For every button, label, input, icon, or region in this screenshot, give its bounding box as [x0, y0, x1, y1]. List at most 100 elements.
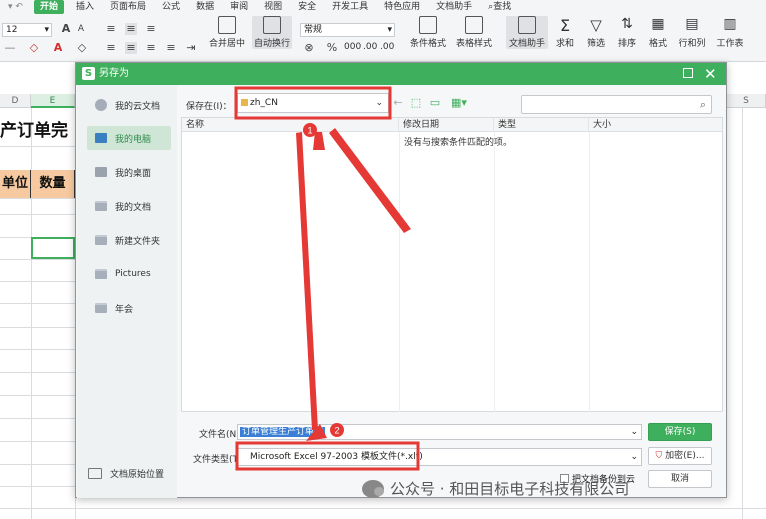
encrypt-label: 加密(E)...: [665, 451, 705, 461]
align-center-icon[interactable]: ≡: [125, 42, 137, 54]
doc-assistant-button[interactable]: 文档助手: [506, 16, 548, 49]
merge-center-button[interactable]: 合并居中: [203, 16, 251, 49]
sidebar-item-desktop[interactable]: 我的桌面: [87, 160, 171, 184]
clear-format-icon[interactable]: ◇: [76, 42, 88, 54]
menu-left-controls[interactable]: ▾ ↶: [0, 0, 30, 14]
wrap-text-button[interactable]: 自动换行: [252, 16, 292, 49]
grid-line: [0, 372, 75, 373]
column-size[interactable]: 大小: [589, 118, 722, 132]
column-type[interactable]: 类型: [494, 118, 589, 132]
original-location-link[interactable]: 文档原始位置: [88, 467, 164, 480]
header-cell-unit[interactable]: 单位: [0, 170, 31, 198]
worksheet-button[interactable]: ▥ 工作表: [714, 16, 746, 49]
column-name[interactable]: 名称: [182, 118, 399, 132]
sidebar-item-documents[interactable]: 我的文档: [87, 194, 171, 218]
save-button[interactable]: 保存(S): [648, 423, 712, 441]
grid-line: [0, 303, 75, 304]
justify-icon[interactable]: ≡: [165, 42, 177, 54]
tab-special-apps[interactable]: 特色应用: [376, 0, 428, 14]
tab-insert[interactable]: 插入: [68, 0, 102, 14]
worksheet-icon: ▥: [723, 16, 737, 32]
decrease-font-icon[interactable]: A: [75, 23, 87, 35]
sidebar-item-new-folder[interactable]: 新建文件夹: [87, 228, 171, 252]
format-button[interactable]: ▦ 格式: [645, 16, 671, 49]
selected-cell[interactable]: [31, 237, 75, 259]
search-input[interactable]: ⌕: [521, 95, 712, 114]
tab-doc-assistant[interactable]: 文档助手: [428, 0, 480, 14]
tab-security[interactable]: 安全: [290, 0, 324, 14]
column-header-d[interactable]: D: [0, 94, 31, 108]
column-header-e[interactable]: E: [31, 94, 75, 108]
watermark-text: 公众号 · 和田目标电子科技有限公司: [390, 480, 630, 498]
currency-icon[interactable]: ⊗: [303, 42, 315, 54]
percent-icon[interactable]: %: [326, 42, 338, 54]
filetype-select[interactable]: Microsoft Excel 97-2003 模板文件(*.xlt) ⌄: [237, 448, 642, 466]
tab-view[interactable]: 视图: [256, 0, 290, 14]
font-size-select[interactable]: 12 ▾: [2, 23, 52, 37]
back-icon[interactable]: ←: [392, 97, 404, 109]
filename-input[interactable]: 订单管理生产订单完 ⌄: [237, 424, 642, 440]
file-list[interactable]: 名称 修改日期 类型 大小 没有与搜索条件匹配的项。: [181, 117, 723, 412]
dialog-sidebar: 我的云文档 我的电脑 我的桌面 我的文档 新建文件夹 Pictures 年会: [77, 85, 177, 498]
file-list-header: 名称 修改日期 类型 大小: [182, 118, 722, 132]
increase-decimal-button[interactable]: .00: [363, 42, 377, 52]
sort-button[interactable]: ⇅ 排序: [614, 16, 640, 49]
tab-data[interactable]: 数据: [188, 0, 222, 14]
merge-icon: [218, 16, 236, 34]
number-format-select[interactable]: 常规 ▾: [300, 23, 395, 37]
align-right-icon[interactable]: ≡: [145, 42, 157, 54]
indent-icon[interactable]: ⇥: [185, 42, 197, 54]
save-in-select[interactable]: zh_CN ⌄: [237, 93, 389, 113]
strikethrough-icon[interactable]: —: [4, 42, 16, 54]
view-mode-icon[interactable]: ▦▾: [449, 97, 469, 109]
sidebar-item-my-computer[interactable]: 我的电脑: [87, 126, 171, 150]
new-folder-icon[interactable]: ▭: [429, 97, 441, 109]
conditional-format-button[interactable]: 条件格式: [406, 16, 450, 49]
grid-line: [0, 464, 75, 465]
tab-page-layout[interactable]: 页面布局: [102, 0, 154, 14]
rows-cols-button[interactable]: ▤ 行和列: [676, 16, 708, 49]
tab-home[interactable]: 开始: [34, 0, 65, 14]
align-top-icon[interactable]: ≡: [105, 23, 117, 35]
maximize-icon[interactable]: [683, 68, 693, 78]
sidebar-item-cloud[interactable]: 我的云文档: [87, 93, 171, 117]
chevron-down-icon: ⌄: [630, 452, 638, 462]
doc-assistant-label: 文档助手: [508, 39, 545, 49]
header-cell-quantity[interactable]: 数量: [31, 170, 75, 198]
close-icon[interactable]: ✕: [704, 64, 717, 84]
filter-button[interactable]: ▽ 筛选: [583, 16, 609, 49]
search-command[interactable]: ⌕查找: [480, 0, 519, 14]
search-label: 查找: [493, 2, 512, 12]
column-modified[interactable]: 修改日期: [399, 118, 494, 132]
increase-font-icon[interactable]: A: [60, 23, 72, 35]
thousands-button[interactable]: 000: [344, 42, 361, 52]
sheet-title-cell[interactable]: 产订单完: [0, 116, 68, 141]
table-style-button[interactable]: 表格样式: [452, 16, 496, 49]
up-folder-icon[interactable]: ⬚: [410, 97, 422, 109]
encrypt-button[interactable]: ⛉ 加密(E)...: [648, 447, 712, 465]
column-header-s[interactable]: S: [727, 94, 766, 108]
tab-formulas[interactable]: 公式: [154, 0, 188, 14]
tab-developer[interactable]: 开发工具: [324, 0, 376, 14]
sidebar-item-annual-meeting[interactable]: 年会: [87, 296, 171, 320]
tab-review[interactable]: 审阅: [222, 0, 256, 14]
filter-icon: ▽: [590, 16, 602, 34]
table-style-icon: [465, 16, 483, 34]
font-color-icon[interactable]: A: [52, 42, 64, 54]
fill-color-icon[interactable]: ◇: [28, 42, 40, 54]
desktop-icon: [95, 167, 107, 177]
cancel-button[interactable]: 取消: [648, 470, 712, 488]
align-left-icon[interactable]: ≡: [105, 42, 117, 54]
dialog-titlebar[interactable]: S 另存为 ✕: [76, 63, 726, 85]
wrap-icon: [263, 16, 281, 34]
decrease-decimal-button[interactable]: .00: [380, 42, 394, 52]
align-middle-icon[interactable]: ≡: [125, 23, 137, 35]
sum-button[interactable]: Σ 求和: [553, 16, 577, 49]
chevron-down-icon: ⌄: [630, 427, 638, 437]
align-bottom-icon[interactable]: ≡: [145, 23, 157, 35]
sigma-icon: Σ: [559, 16, 571, 35]
sidebar-item-pictures[interactable]: Pictures: [87, 262, 171, 286]
folder-icon: [95, 269, 107, 279]
font-size-value: 12: [6, 25, 18, 35]
filter-label: 筛选: [586, 39, 605, 49]
